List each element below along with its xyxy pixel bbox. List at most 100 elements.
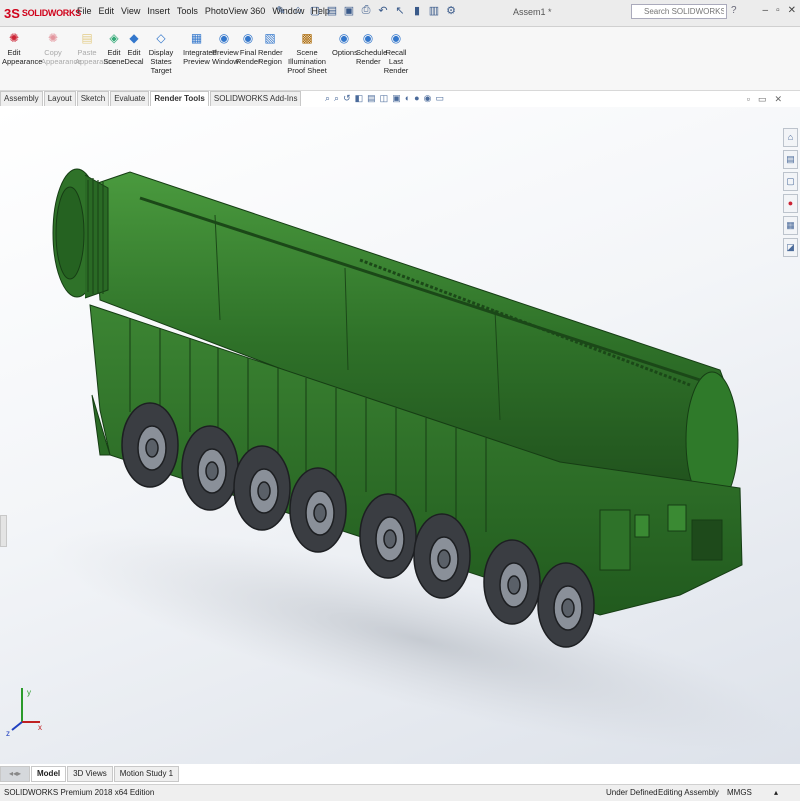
- new-document-icon[interactable]: ▢: [308, 4, 322, 20]
- final-render-button[interactable]: ◉ Final Render: [236, 31, 261, 66]
- restore-icon[interactable]: ▫: [776, 5, 780, 16]
- viewport-window-controls: ▫ ▭ ✕: [747, 94, 782, 105]
- coordinate-triad: y x z: [6, 688, 42, 738]
- custom-properties-icon[interactable]: ▦: [783, 216, 798, 235]
- zoom-to-fit-icon[interactable]: ⌕: [325, 93, 330, 104]
- design-library-icon[interactable]: ▤: [783, 150, 798, 169]
- solidworks-resources-icon[interactable]: ⌂: [783, 128, 798, 147]
- section-view-icon[interactable]: ◧: [355, 93, 364, 104]
- options-button[interactable]: ◉ Options: [332, 31, 358, 57]
- final-render-icon: ◉: [242, 31, 254, 45]
- wheel: [483, 539, 541, 625]
- unit-dropdown-icon[interactable]: ▴: [774, 785, 778, 800]
- unit-system-button[interactable]: MMGS: [727, 785, 752, 800]
- command-manager-tabs: Assembly Layout Sketch Evaluate Render T…: [0, 91, 302, 106]
- menu-edit[interactable]: Edit: [99, 6, 115, 16]
- tab-model[interactable]: Model: [31, 766, 67, 782]
- window-controls: – ▫ ✕: [763, 5, 797, 16]
- pin-icon[interactable]: ✎: [274, 4, 288, 20]
- display-states-icon: ◇: [156, 31, 166, 45]
- tab-scroll-arrows[interactable]: ◂◂▸: [0, 766, 30, 782]
- wheel: [537, 562, 595, 648]
- solidworks-logo[interactable]: 3S SOLIDWORKS: [4, 4, 81, 22]
- hide-show-items-icon[interactable]: ◐: [405, 93, 410, 104]
- menu-tools[interactable]: Tools: [177, 6, 198, 16]
- tab-3d-views[interactable]: 3D Views: [67, 766, 113, 782]
- edit-appearance-button[interactable]: ✺ Edit Appearance: [2, 31, 42, 66]
- appearances-scenes-icon[interactable]: ●: [783, 194, 798, 213]
- select-icon[interactable]: ↖: [393, 4, 407, 20]
- viewport-close-icon[interactable]: ✕: [774, 94, 782, 105]
- launcher-vehicle-model[interactable]: y x z: [0, 107, 800, 764]
- options-gear-icon[interactable]: ⚙: [444, 4, 458, 20]
- recall-last-render-button[interactable]: ◉ Recall Last Render: [382, 31, 410, 75]
- options-icon: ◉: [338, 31, 350, 45]
- dynamic-annotation-icon[interactable]: ▤: [367, 93, 376, 104]
- print-icon[interactable]: ⎙: [359, 4, 373, 20]
- command-label: Display States Target: [148, 48, 174, 75]
- preview-window-icon: ◉: [218, 31, 230, 45]
- copy-appearance-button[interactable]: ✺ Copy Appearance: [41, 31, 81, 66]
- schedule-render-button[interactable]: ◉ Schedule Render: [356, 31, 387, 66]
- triad-z-label: z: [6, 729, 10, 738]
- help-icon[interactable]: ?: [731, 5, 737, 16]
- logo-text: SOLIDWORKS: [21, 8, 81, 18]
- menu-insert[interactable]: Insert: [147, 6, 170, 16]
- apply-scene-icon[interactable]: ◉: [424, 93, 432, 104]
- command-label: Render Region: [258, 48, 283, 66]
- file-properties-icon[interactable]: ▥: [427, 4, 441, 20]
- viewport-restore-icon[interactable]: ▫: [747, 94, 750, 105]
- menu-file[interactable]: File: [77, 6, 92, 16]
- tab-sketch[interactable]: Sketch: [76, 91, 110, 106]
- triad-y-label: y: [27, 688, 31, 697]
- recall-render-icon: ◉: [390, 31, 402, 45]
- heads-up-view-toolbar: ⌕ ⌕ ↺ ◧ ▤ ◫ ▣ ◐ ● ◉ ▭: [325, 93, 444, 104]
- solidworks-forum-icon[interactable]: ◪: [783, 238, 798, 257]
- zoom-area-icon[interactable]: ⌕: [334, 93, 339, 104]
- minimize-icon[interactable]: –: [763, 5, 769, 16]
- tab-render-tools[interactable]: Render Tools: [150, 91, 209, 106]
- display-style-icon[interactable]: ▣: [392, 93, 401, 104]
- previous-view-icon[interactable]: ↺: [343, 93, 351, 104]
- title-bar: 3S SOLIDWORKS File Edit View Insert Tool…: [0, 0, 800, 27]
- decal-icon: ◆: [129, 31, 139, 45]
- render-region-button[interactable]: ▧ Render Region: [258, 31, 283, 66]
- feature-tree-collapse-handle[interactable]: [0, 515, 7, 547]
- view-settings-icon[interactable]: ▭: [435, 93, 444, 104]
- illumination-icon: ▩: [301, 31, 313, 45]
- appearance-icon: ✺: [8, 31, 20, 45]
- definition-status: Under Defined: [606, 788, 658, 797]
- command-label: Final Render: [236, 48, 261, 66]
- tab-evaluate[interactable]: Evaluate: [110, 91, 150, 106]
- tab-assembly[interactable]: Assembly: [0, 91, 43, 106]
- preview-window-button[interactable]: ◉ Preview Window: [212, 31, 239, 66]
- edit-appearance-hud-icon[interactable]: ●: [414, 93, 419, 104]
- wheel: [181, 425, 239, 511]
- menu-view[interactable]: View: [121, 6, 140, 16]
- close-icon[interactable]: ✕: [788, 5, 796, 16]
- menu-photoview[interactable]: PhotoView 360: [205, 6, 265, 16]
- graphics-area[interactable]: y x z: [0, 107, 800, 764]
- file-explorer-icon[interactable]: ▢: [783, 172, 798, 191]
- wheel: [233, 445, 291, 531]
- home-icon[interactable]: ⌂: [291, 4, 305, 20]
- save-icon[interactable]: ▣: [342, 4, 356, 20]
- viewport-maximize-icon[interactable]: ▭: [758, 94, 767, 105]
- tab-solidworks-addins[interactable]: SOLIDWORKS Add-Ins: [209, 91, 302, 106]
- open-icon[interactable]: ▤: [325, 4, 339, 20]
- search-help-input[interactable]: [631, 4, 727, 19]
- display-states-target-button[interactable]: ◇ Display States Target: [143, 31, 179, 75]
- undo-icon[interactable]: ↶: [376, 4, 390, 20]
- schedule-render-icon: ◉: [362, 31, 374, 45]
- wheel: [289, 467, 347, 553]
- view-orientation-icon[interactable]: ◫: [380, 93, 389, 104]
- wheel: [359, 493, 417, 579]
- document-title: Assem1 *: [513, 7, 552, 17]
- integrated-preview-button[interactable]: ▦ Integrated Preview: [183, 31, 217, 66]
- command-label: Preview Window: [212, 48, 239, 66]
- scene-illumination-proof-sheet-button[interactable]: ▩ Scene Illumination Proof Sheet: [284, 31, 330, 75]
- paste-appearance-button[interactable]: ▤ Paste Appearance: [75, 31, 115, 66]
- tab-motion-study-1[interactable]: Motion Study 1: [113, 766, 180, 782]
- tab-layout[interactable]: Layout: [43, 91, 76, 106]
- rebuild-icon[interactable]: ▮: [410, 4, 424, 20]
